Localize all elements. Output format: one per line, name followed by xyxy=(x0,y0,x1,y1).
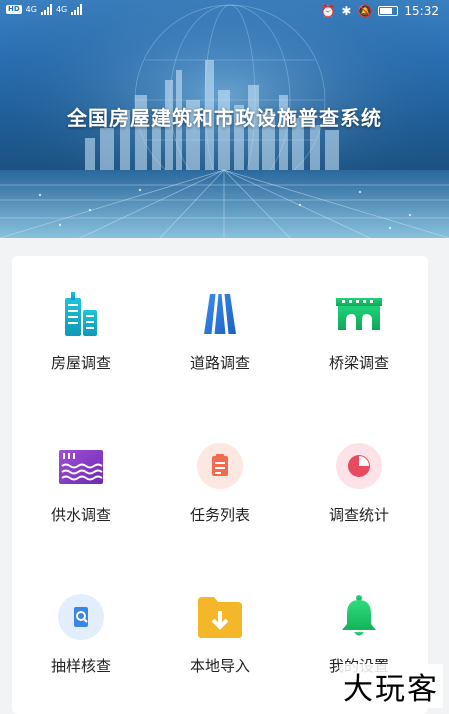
road-icon xyxy=(196,290,244,338)
header-banner: HD 4G 4G ⏰ ✱ 🔕 15:32 全国房屋建筑和市政设施普查系统 xyxy=(0,0,449,238)
app-title: 全国房屋建筑和市政设施普查系统 xyxy=(67,106,382,130)
battery-icon xyxy=(378,6,399,16)
local-import-folder-icon xyxy=(196,593,244,641)
bluetooth-icon: ✱ xyxy=(341,4,352,18)
mute-icon: 🔕 xyxy=(357,4,373,18)
network-type-2: 4G xyxy=(55,4,68,14)
menu-grid: 房屋调查 道路调查 桥梁调查 供水调查 任务列表 调查统计 抽样核查 本地导入 xyxy=(12,256,428,714)
menu-item-sample-check[interactable]: 抽样核查 xyxy=(12,593,150,713)
menu-item-bridge-survey[interactable]: 桥梁调查 xyxy=(290,290,428,410)
signal-icon xyxy=(40,3,52,15)
network-type: 4G xyxy=(25,4,37,14)
clock: 15:32 xyxy=(404,4,439,18)
menu-item-label: 道路调查 xyxy=(189,354,250,372)
watermark-text: 大玩客 xyxy=(339,664,443,708)
app-screen: HD 4G 4G ⏰ ✱ 🔕 15:32 全国房屋建筑和市政设施普查系统 房屋调… xyxy=(0,0,449,714)
bridge-icon xyxy=(335,290,383,338)
pie-chart-icon xyxy=(335,442,383,490)
alarm-icon: ⏰ xyxy=(320,4,336,18)
bell-settings-icon xyxy=(335,593,383,641)
menu-item-label: 任务列表 xyxy=(189,506,250,524)
menu-item-road-survey[interactable]: 道路调查 xyxy=(151,290,289,410)
menu-item-house-survey[interactable]: 房屋调查 xyxy=(12,290,150,410)
menu-item-label: 供水调查 xyxy=(50,506,111,524)
water-supply-icon xyxy=(57,442,105,490)
sample-check-icon xyxy=(57,593,105,641)
menu-item-water-supply-survey[interactable]: 供水调查 xyxy=(12,442,150,562)
menu-item-task-list[interactable]: 任务列表 xyxy=(151,442,289,562)
menu-item-label: 房屋调查 xyxy=(50,354,111,372)
menu-item-label: 调查统计 xyxy=(328,506,389,524)
status-right: ⏰ ✱ 🔕 15:32 xyxy=(320,4,439,18)
menu-item-local-import[interactable]: 本地导入 xyxy=(151,593,289,713)
menu-item-survey-statistics[interactable]: 调查统计 xyxy=(290,442,428,562)
signal-icon-2 xyxy=(71,3,83,15)
building-icon xyxy=(57,290,105,338)
status-bar: HD 4G 4G ⏰ ✱ 🔕 15:32 xyxy=(0,0,449,26)
status-left: HD 4G 4G xyxy=(6,3,83,15)
hd-badge: HD xyxy=(6,4,22,14)
menu-item-label: 桥梁调查 xyxy=(328,354,389,372)
task-list-icon xyxy=(196,442,244,490)
menu-item-label: 本地导入 xyxy=(189,657,250,675)
menu-item-label: 抽样核查 xyxy=(50,657,111,675)
